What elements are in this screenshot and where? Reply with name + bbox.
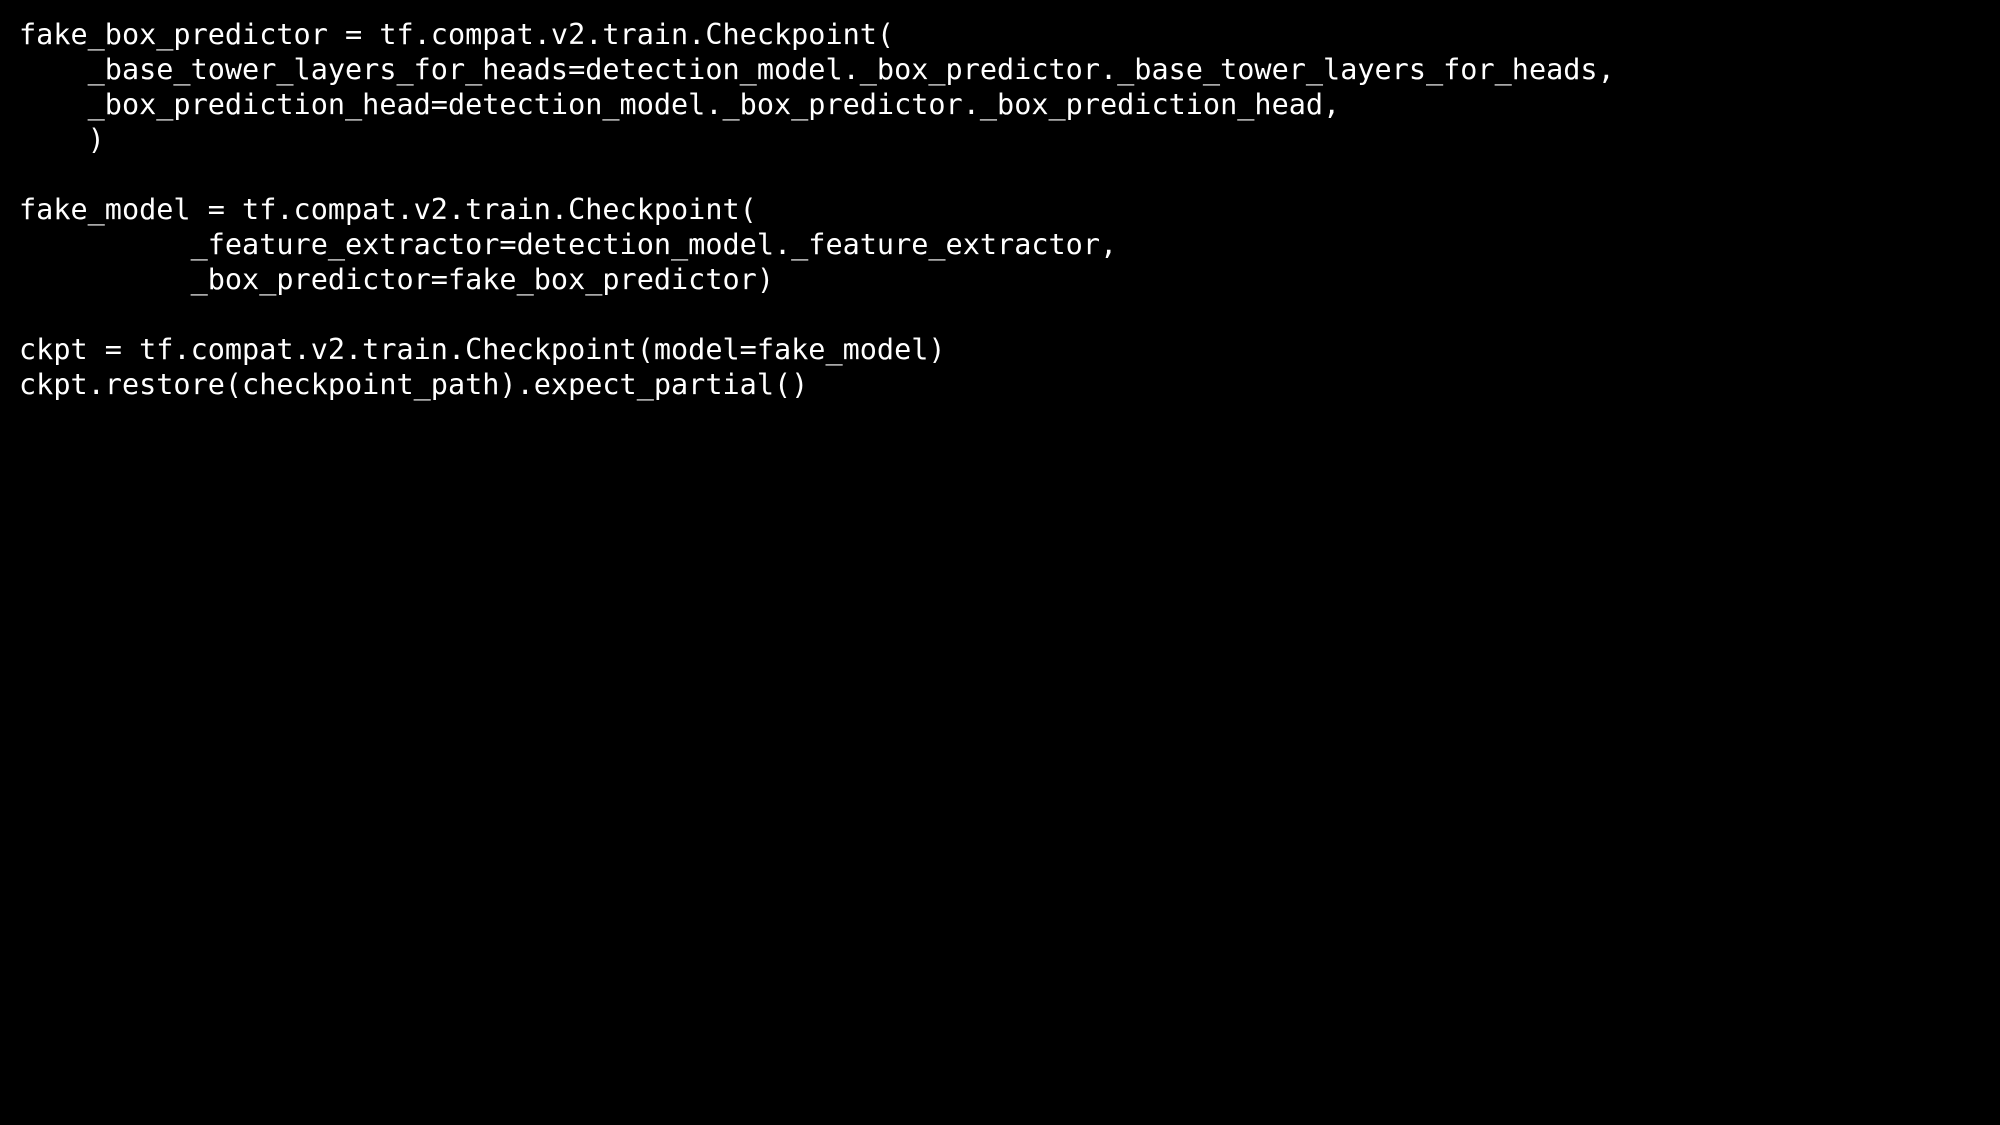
- code-line: _box_predictor=fake_box_predictor): [19, 263, 774, 296]
- code-line: ckpt = tf.compat.v2.train.Checkpoint(mod…: [19, 333, 946, 366]
- code-line: ckpt.restore(checkpoint_path).expect_par…: [19, 368, 809, 401]
- code-panel: fake_box_predictor = tf.compat.v2.train.…: [0, 0, 2000, 1125]
- code-line: fake_model = tf.compat.v2.train.Checkpoi…: [19, 193, 757, 226]
- code-line: _feature_extractor=detection_model._feat…: [19, 228, 1118, 261]
- code-line: _box_prediction_head=detection_model._bo…: [19, 88, 1341, 121]
- code-line: ): [19, 123, 105, 156]
- code-line: _base_tower_layers_for_heads=detection_m…: [19, 53, 1615, 86]
- code-line: fake_box_predictor = tf.compat.v2.train.…: [19, 18, 895, 51]
